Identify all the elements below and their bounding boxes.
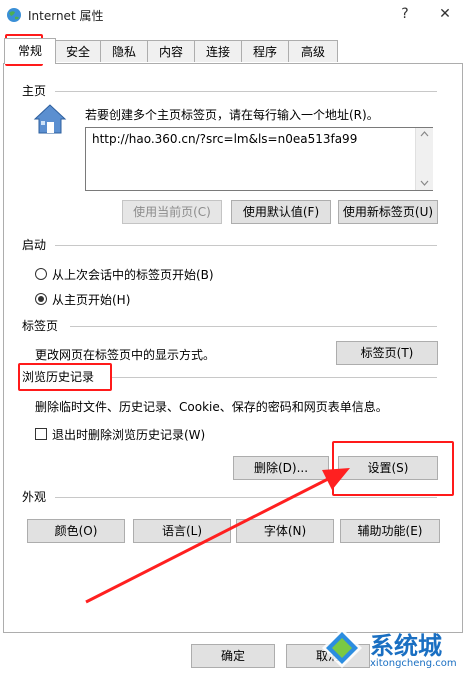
use-new-tab-button[interactable]: 使用新标签页(U) xyxy=(338,200,438,224)
colors-button[interactable]: 颜色(O) xyxy=(27,519,125,543)
tab-advanced[interactable]: 高级 xyxy=(288,40,338,62)
watermark-domain: xitongcheng.com xyxy=(370,658,457,669)
tabs-section-label: 标签页 xyxy=(22,317,65,334)
startup-section-label: 启动 xyxy=(22,236,53,253)
appearance-separator xyxy=(55,497,437,498)
homepage-url-input[interactable] xyxy=(85,127,433,191)
homepage-separator xyxy=(55,91,437,92)
tab-connections[interactable]: 连接 xyxy=(194,40,242,62)
delete-button[interactable]: 删除(D)... xyxy=(233,456,329,480)
delete-on-exit-checkbox[interactable] xyxy=(35,428,47,440)
tab-strip: 常规 安全 隐私 内容 连接 程序 高级 xyxy=(0,38,468,64)
radio-last-session[interactable] xyxy=(35,268,47,280)
scroll-up-icon[interactable] xyxy=(420,131,429,137)
startup-separator xyxy=(55,245,437,246)
home-house-icon xyxy=(33,104,67,134)
radio-start-homepage[interactable] xyxy=(35,293,47,305)
watermark-logo-icon xyxy=(322,628,362,668)
tab-security[interactable]: 安全 xyxy=(55,40,101,62)
tab-programs[interactable]: 程序 xyxy=(241,40,289,62)
tab-content[interactable]: 内容 xyxy=(147,40,195,62)
watermark: 系统城 xitongcheng.com xyxy=(318,618,468,678)
highlight-settings-button xyxy=(332,441,454,496)
radio-start-homepage-label[interactable]: 从主页开始(H) xyxy=(52,291,130,308)
radio-last-session-label[interactable]: 从上次会话中的标签页开始(B) xyxy=(52,266,214,283)
title-bar: Internet 属性 ? ✕ xyxy=(0,0,468,30)
use-default-button[interactable]: 使用默认值(F) xyxy=(231,200,331,224)
use-current-button[interactable]: 使用当前页(C) xyxy=(122,200,222,224)
internet-globe-icon xyxy=(7,8,21,22)
fonts-button[interactable]: 字体(N) xyxy=(236,519,334,543)
history-description: 删除临时文件、历史记录、Cookie、保存的密码和网页表单信息。 xyxy=(35,400,388,414)
ok-button[interactable]: 确定 xyxy=(191,644,275,668)
tabs-description: 更改网页在标签页中的显示方式。 xyxy=(35,348,216,362)
help-button[interactable]: ? xyxy=(390,3,420,25)
tab-privacy[interactable]: 隐私 xyxy=(100,40,148,62)
languages-button[interactable]: 语言(L) xyxy=(133,519,231,543)
url-box-scrollbar[interactable] xyxy=(415,128,433,190)
close-button[interactable]: ✕ xyxy=(430,3,460,25)
tabs-separator xyxy=(70,326,437,327)
homepage-instruction: 若要创建多个主页标签页，请在每行输入一个地址(R)。 xyxy=(85,108,379,122)
delete-on-exit-label[interactable]: 退出时删除浏览历史记录(W) xyxy=(52,426,205,443)
tabs-button[interactable]: 标签页(T) xyxy=(336,341,438,365)
accessibility-button[interactable]: 辅助功能(E) xyxy=(340,519,440,543)
tab-general[interactable]: 常规 xyxy=(4,38,56,64)
appearance-section-label: 外观 xyxy=(22,488,53,505)
homepage-section-label: 主页 xyxy=(22,82,53,99)
history-separator xyxy=(110,377,437,378)
watermark-brand: 系统城 xyxy=(370,632,442,660)
window-title: Internet 属性 xyxy=(28,9,104,23)
highlight-history-label xyxy=(18,363,112,391)
scroll-down-icon[interactable] xyxy=(420,180,429,186)
